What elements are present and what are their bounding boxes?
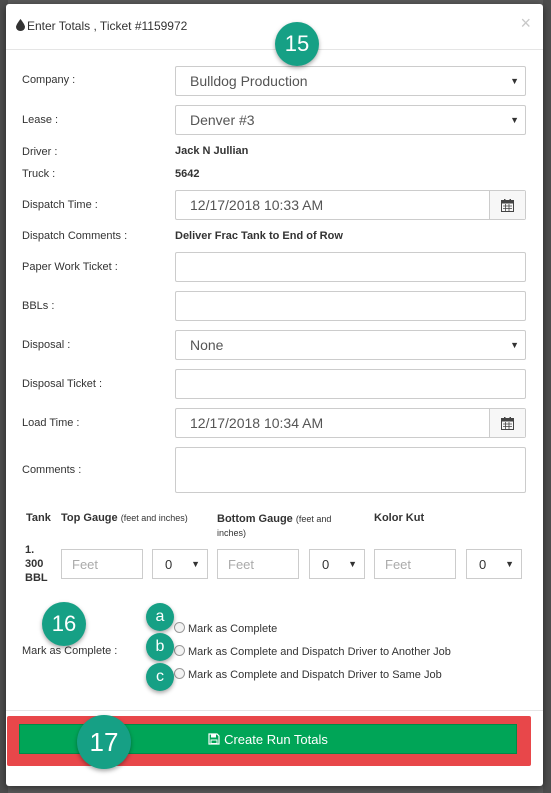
kolor-kut-inches-select[interactable]: 0 ▼ [466, 549, 522, 579]
dispatch-time-label: Dispatch Time : [22, 199, 98, 211]
mark-complete-dispatch-another-label: Mark as Complete and Dispatch Driver to … [188, 646, 451, 658]
bottom-gauge-header: Bottom Gauge (feet and inches) [217, 512, 357, 540]
top-gauge-sub: (feet and inches) [120, 513, 188, 523]
annotation-badge-b: b [146, 633, 174, 661]
tank-size: 300 [25, 558, 44, 570]
dispatch-comments-value: Deliver Frac Tank to End of Row [175, 230, 343, 242]
load-time-calendar-button[interactable] [489, 409, 525, 437]
modal-title: Enter Totals , Ticket #1159972 [16, 19, 187, 33]
annotation-badge-16: 16 [42, 602, 86, 646]
mark-complete-dispatch-same-label: Mark as Complete and Dispatch Driver to … [188, 669, 442, 681]
company-label: Company : [22, 74, 76, 86]
comments-label: Comments : [22, 464, 82, 476]
comments-textarea[interactable] [175, 447, 526, 493]
create-run-totals-label: Create Run Totals [224, 731, 328, 747]
enter-totals-modal: Enter Totals , Ticket #1159972 × Company… [6, 4, 543, 786]
radio-button[interactable] [174, 645, 185, 656]
bottom-gauge-feet-input[interactable]: Feet [217, 549, 299, 579]
load-time-input[interactable]: 12/17/2018 10:34 AM [175, 408, 526, 438]
mark-complete-dispatch-same-option[interactable]: Mark as Complete and Dispatch Driver to … [174, 668, 442, 681]
truck-value: 5642 [175, 168, 200, 180]
disposal-label: Disposal : [22, 339, 71, 351]
top-gauge-inches-value: 0 [165, 557, 173, 572]
top-gauge-title: Top Gauge [61, 512, 118, 524]
disposal-select[interactable]: None ▼ [175, 330, 526, 360]
bbls-label: BBLs : [22, 300, 55, 312]
caret-down-icon: ▼ [510, 340, 519, 350]
bottom-gauge-title: Bottom Gauge [217, 513, 293, 525]
tank-number: 1. [25, 544, 35, 556]
dispatch-comments-label: Dispatch Comments : [22, 230, 128, 242]
footer-divider [6, 710, 543, 711]
company-select[interactable]: Bulldog Production ▼ [175, 66, 526, 96]
kolor-kut-inches-value: 0 [479, 557, 487, 572]
mark-complete-option-label: Mark as Complete [188, 623, 278, 635]
calendar-icon [501, 198, 514, 212]
top-gauge-inches-select[interactable]: 0 ▼ [152, 549, 208, 579]
droplet-icon [16, 19, 25, 31]
tank-row-label: 1. 300 BBL [25, 543, 48, 585]
load-time-label: Load Time : [22, 417, 80, 429]
driver-label: Driver : [22, 146, 58, 158]
tank-unit: BBL [25, 572, 48, 584]
dispatch-time-input[interactable]: 12/17/2018 10:33 AM [175, 190, 526, 220]
close-icon[interactable]: × [520, 14, 531, 32]
annotation-badge-c: c [146, 663, 174, 691]
bbls-input[interactable] [175, 291, 526, 321]
radio-button[interactable] [174, 668, 185, 679]
disposal-ticket-input[interactable] [175, 369, 526, 399]
bottom-gauge-inches-select[interactable]: 0 ▼ [309, 549, 365, 579]
driver-value: Jack N Jullian [175, 145, 249, 157]
radio-button[interactable] [174, 622, 185, 633]
disposal-select-value: None [190, 337, 224, 353]
paper-ticket-label: Paper Work Ticket : [22, 261, 118, 273]
dispatch-time-value: 12/17/2018 10:33 AM [190, 197, 324, 213]
kolor-kut-header: Kolor Kut [374, 512, 425, 524]
lease-label: Lease : [22, 114, 59, 126]
lease-select[interactable]: Denver #3 ▼ [175, 105, 526, 135]
caret-down-icon: ▼ [348, 559, 357, 569]
caret-down-icon: ▼ [510, 76, 519, 86]
truck-label: Truck : [22, 168, 56, 180]
mark-complete-dispatch-another-option[interactable]: Mark as Complete and Dispatch Driver to … [174, 645, 451, 658]
company-select-value: Bulldog Production [190, 73, 308, 89]
mark-complete-label: Mark as Complete : [22, 645, 118, 657]
top-gauge-header: Top Gauge (feet and inches) [61, 512, 188, 524]
annotation-badge-15: 15 [275, 22, 319, 66]
caret-down-icon: ▼ [505, 559, 514, 569]
dispatch-time-calendar-button[interactable] [489, 191, 525, 219]
mark-complete-option[interactable]: Mark as Complete [174, 622, 277, 635]
modal-title-text: Enter Totals , Ticket #1159972 [27, 19, 188, 33]
tank-header: Tank [26, 512, 51, 524]
annotation-badge-17: 17 [77, 715, 131, 769]
kolor-kut-feet-input[interactable]: Feet [374, 549, 456, 579]
annotation-badge-a: a [146, 603, 174, 631]
bottom-gauge-inches-value: 0 [322, 557, 330, 572]
caret-down-icon: ▼ [510, 115, 519, 125]
top-gauge-feet-input[interactable]: Feet [61, 549, 143, 579]
load-time-value: 12/17/2018 10:34 AM [190, 415, 324, 431]
caret-down-icon: ▼ [191, 559, 200, 569]
lease-select-value: Denver #3 [190, 112, 255, 128]
save-icon [208, 733, 220, 745]
backdrop-right [543, 0, 551, 793]
disposal-ticket-label: Disposal Ticket : [22, 378, 103, 390]
paper-ticket-input[interactable] [175, 252, 526, 282]
calendar-icon [501, 416, 514, 430]
